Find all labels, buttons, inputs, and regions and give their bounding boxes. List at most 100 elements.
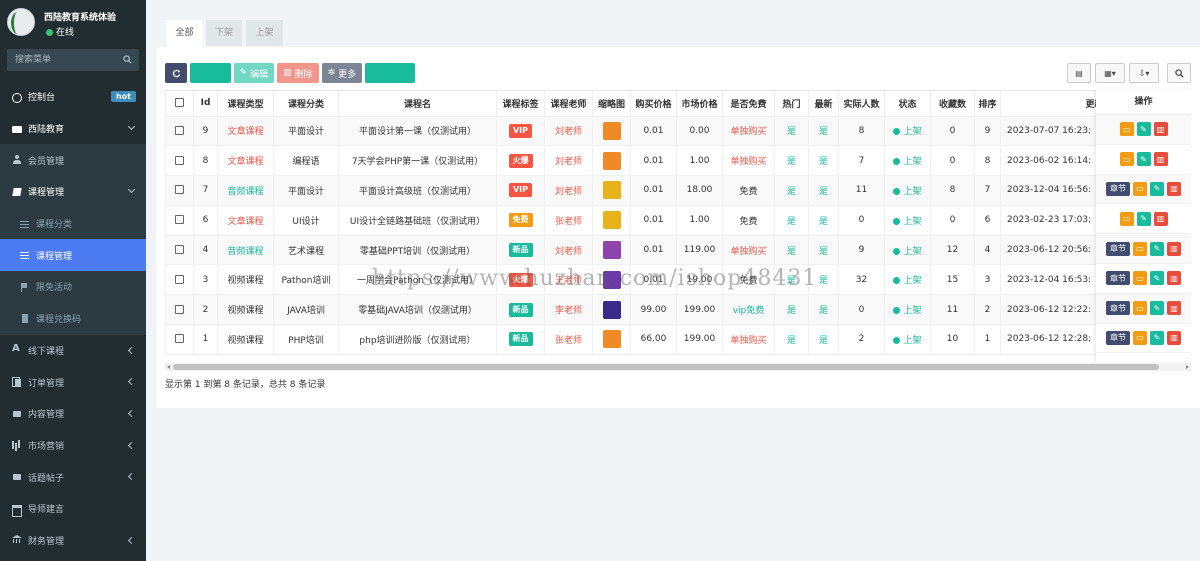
hot-cell[interactable]: 是 [774,145,809,177]
teacher-cell[interactable]: 刘老师 [544,175,593,206]
column-header[interactable]: 热门 [774,91,809,117]
type-cell[interactable]: 视频课程 [217,294,274,326]
column-header[interactable]: 收藏数 [930,91,975,117]
row-select-cell[interactable] [165,204,194,236]
comment-button[interactable]: ▭ [1133,330,1147,345]
row-edit-button[interactable]: ✎ [1136,211,1151,226]
select-all-header[interactable] [165,91,194,117]
search-icon[interactable] [123,55,132,64]
row-select-cell[interactable] [165,324,194,355]
column-header[interactable]: 市场价格 [676,91,723,117]
toggle-view-button[interactable]: ▤ [1067,63,1091,83]
row-select-cell[interactable] [165,294,194,326]
free-cell[interactable]: 单独购买 [722,234,775,266]
status-cell[interactable]: 上架 [884,175,931,206]
row-edit-button[interactable]: ✎ [1150,181,1164,196]
columns-button[interactable]: ▦▾ [1095,63,1125,83]
sidebar-item-orders[interactable]: 订单管理 [0,366,146,398]
row-select-cell[interactable] [165,115,194,147]
menu-search-input[interactable] [7,49,117,71]
row-edit-button[interactable]: ✎ [1150,271,1164,286]
table-row[interactable]: 6 文章课程 UI设计 UI设计全链路基础班（仅测试用） 免费 张老师 0.01 1.00 免费… [165,204,1191,236]
search-button[interactable] [1167,63,1191,83]
column-header[interactable]: Id [193,91,218,117]
row-edit-button[interactable]: ✎ [1150,301,1164,316]
chapter-button[interactable]: 章节 [1106,330,1130,345]
row-edit-button[interactable]: ✎ [1136,122,1151,137]
sidebar-item-members[interactable]: 会员管理 [0,144,146,177]
column-header[interactable]: 最新 [808,91,839,117]
type-cell[interactable]: 文章课程 [217,145,274,177]
row-select-cell[interactable] [165,234,194,266]
new-cell[interactable]: 是 [808,175,839,206]
teacher-cell[interactable]: 张老师 [544,204,593,236]
scroll-right-icon[interactable] [1186,365,1189,369]
row-edit-button[interactable]: ✎ [1150,330,1164,345]
type-cell[interactable]: 视频课程 [217,264,274,296]
chapter-button[interactable]: 章节 [1106,181,1130,196]
row-checkbox[interactable] [175,334,184,344]
column-header[interactable]: 缩略图 [592,91,631,117]
status-cell[interactable]: 上架 [884,204,931,236]
comment-button[interactable]: ▭ [1133,301,1147,316]
comment-button[interactable]: ▭ [1133,241,1147,256]
chapter-button[interactable]: 章节 [1106,271,1130,286]
tab-offline[interactable]: 下架 [206,20,242,46]
tab-all[interactable]: 全部 [166,20,203,47]
sidebar-item-mentor-advice[interactable]: 导师建言 [0,493,146,525]
thumbnail-image[interactable] [602,121,621,140]
export-button[interactable]: ⇩▾ [1129,63,1159,83]
delete-button[interactable]: ▥ 删除 [277,63,319,83]
type-cell[interactable]: 视频课程 [217,324,274,355]
row-checkbox[interactable] [175,274,184,284]
table-row[interactable]: 4 音频课程 艺术课程 零基础PPT培训（仅测试用） 新品 刘老师 0.01 119.00 单独… [165,234,1191,266]
row-select-cell[interactable] [165,175,194,206]
column-header[interactable]: 是否免费 [722,91,775,117]
column-header[interactable]: 排序 [974,91,1001,117]
scroll-left-icon[interactable] [167,365,170,369]
comment-button[interactable]: ▭ [1119,211,1134,226]
row-delete-button[interactable]: ▥ [1167,241,1181,256]
type-cell[interactable]: 音频课程 [217,234,274,266]
type-cell[interactable]: 音频课程 [217,175,274,206]
teacher-cell[interactable]: 李老师 [544,294,593,326]
sidebar-item-xilu[interactable]: 西陆教育 [0,113,146,145]
row-select-cell[interactable] [165,145,194,177]
column-header[interactable]: 课程名 [338,91,497,117]
status-cell[interactable]: 上架 [884,115,931,147]
table-row[interactable]: 7 音频课程 平面设计 平面设计高级班（仅测试用） VIP 刘老师 0.01 18.00 免费是… [165,175,1191,206]
teacher-cell[interactable]: 张老师 [544,324,593,355]
new-cell[interactable]: 是 [808,204,839,236]
sidebar-item-finance[interactable]: 财务管理 [0,525,146,557]
sidebar-item-marketing[interactable]: 市场营销 [0,430,146,462]
type-cell[interactable]: 文章课程 [217,204,274,236]
hot-cell[interactable]: 是 [774,324,809,355]
comment-button[interactable]: ▭ [1119,152,1134,167]
table-row[interactable]: 9 文章课程 平面设计 平面设计第一课（仅测试用） VIP 刘老师 0.01 0.00 单独购买… [165,115,1191,147]
teacher-cell[interactable]: 刘老师 [544,115,593,147]
sidebar-item-course-category[interactable]: 课程分类 [0,207,146,240]
status-cell[interactable]: 上架 [884,234,931,266]
thumbnail-image[interactable] [602,151,621,170]
column-header[interactable]: 课程分类 [273,91,339,117]
more-button[interactable]: ✲ 更多 [321,63,363,83]
row-delete-button[interactable]: ▥ [1167,301,1181,316]
row-select-cell[interactable] [165,264,194,296]
hot-cell[interactable]: 是 [774,115,809,147]
type-cell[interactable]: 文章课程 [217,115,274,147]
column-header[interactable]: 课程老师 [544,91,593,117]
table-row[interactable]: 8 文章课程 编程语 7天学会PHP第一课（仅测试用） 火爆 刘老师 0.01 1.00 单独购… [165,145,1191,177]
add-button[interactable]: + 添加 [190,63,231,83]
thumbnail-image[interactable] [602,181,621,200]
comment-button[interactable]: ▭ [1133,181,1147,196]
new-cell[interactable]: 是 [808,234,839,266]
thumbnail-image[interactable] [602,241,621,260]
thumbnail-image[interactable] [602,300,621,319]
comment-button[interactable]: ▭ [1119,122,1134,137]
row-delete-button[interactable]: ▥ [1153,152,1168,167]
sidebar-item-offline-course[interactable]: 线下课程 [0,335,146,367]
new-cell[interactable]: 是 [808,324,839,355]
row-delete-button[interactable]: ▥ [1167,330,1181,345]
avatar[interactable] [7,8,35,36]
thumbnail-image[interactable] [602,330,621,349]
